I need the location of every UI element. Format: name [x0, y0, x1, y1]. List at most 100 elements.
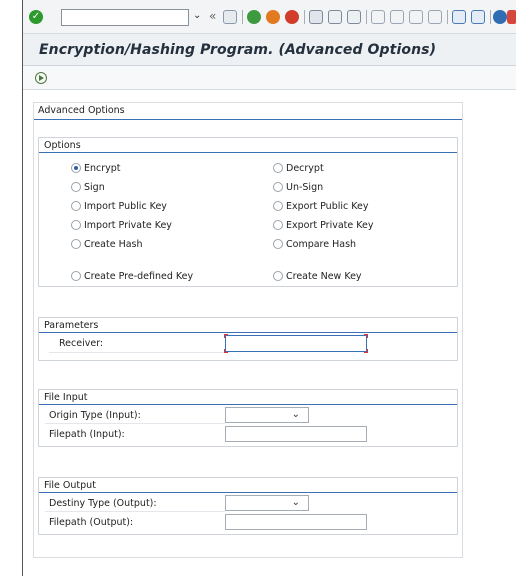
cancel-icon[interactable] [285, 10, 299, 24]
radio-label: Import Private Key [84, 219, 172, 231]
radio-dot[interactable] [273, 182, 283, 192]
shortcut-icon[interactable] [471, 10, 485, 24]
radio-dot[interactable] [71, 220, 81, 230]
radio-create-new-key[interactable]: Create New Key [273, 269, 362, 283]
radio-label: Sign [84, 181, 105, 193]
radio-import-private-key[interactable]: Import Private Key [71, 218, 172, 232]
group-underline [39, 332, 457, 333]
help-icon[interactable] [493, 10, 507, 24]
filepath-output-label: Filepath (Output): [49, 517, 134, 528]
toolbar-separator [447, 10, 448, 24]
radio-label: Decrypt [286, 162, 324, 174]
create-session-icon[interactable] [452, 10, 466, 24]
radio-decrypt[interactable]: Decrypt [273, 161, 324, 175]
row-divider [45, 511, 225, 512]
filepath-output-field[interactable] [225, 514, 367, 530]
group-underline [39, 492, 457, 493]
previous-page-icon[interactable] [390, 10, 404, 24]
radio-dot[interactable] [273, 271, 283, 281]
focus-corner [364, 349, 368, 353]
radio-label: Export Public Key [286, 200, 369, 212]
row-divider [45, 423, 225, 424]
radio-label: Encrypt [84, 162, 121, 174]
toolbar-separator [490, 10, 491, 24]
radio-dot[interactable] [71, 201, 81, 211]
radio-sign[interactable]: Sign [71, 180, 105, 194]
destiny-type-label: Destiny Type (Output): [49, 498, 157, 509]
radio-create-pre-defined-key[interactable]: Create Pre-defined Key [71, 269, 193, 283]
parameters-group-title: Parameters [44, 320, 99, 331]
find-icon[interactable] [328, 10, 342, 24]
radio-label: Create Pre-defined Key [84, 270, 194, 282]
options-group: Options Encrypt Decrypt Sign Un-Sign Imp… [38, 137, 458, 287]
radio-compare-hash[interactable]: Compare Hash [273, 237, 356, 251]
collapse-toolbar-icon[interactable]: « [209, 9, 216, 23]
radio-import-public-key[interactable]: Import Public Key [71, 199, 167, 213]
radio-label: Export Private Key [286, 219, 374, 231]
origin-type-label: Origin Type (Input): [49, 410, 141, 421]
destiny-type-select[interactable]: ⌄ [225, 495, 309, 511]
file-output-group-title: File Output [44, 480, 96, 491]
radio-dot[interactable] [71, 163, 81, 173]
row-divider [49, 352, 224, 353]
advanced-options-frame: Advanced Options Options Encrypt Decrypt… [33, 102, 463, 558]
receiver-label: Receiver: [59, 338, 104, 349]
chevron-down-icon[interactable]: ⌄ [292, 409, 300, 420]
title-bar: Encryption/Hashing Program. (Advanced Op… [23, 34, 516, 66]
receiver-input[interactable] [224, 334, 368, 353]
radio-export-public-key[interactable]: Export Public Key [273, 199, 368, 213]
radio-dot[interactable] [71, 182, 81, 192]
focus-corner [364, 334, 368, 338]
radio-dot[interactable] [273, 163, 283, 173]
radio-dot[interactable] [273, 201, 283, 211]
origin-type-select[interactable]: ⌄ [225, 407, 309, 423]
print-icon[interactable] [309, 10, 323, 24]
radio-label: Un-Sign [286, 181, 324, 193]
group-underline [39, 404, 457, 405]
radio-export-private-key[interactable]: Export Private Key [273, 218, 373, 232]
radio-dot[interactable] [273, 239, 283, 249]
radio-un-sign[interactable]: Un-Sign [273, 180, 323, 194]
last-page-icon[interactable] [428, 10, 442, 24]
radio-dot[interactable] [273, 220, 283, 230]
radio-label: Compare Hash [286, 238, 357, 250]
advanced-options-title: Advanced Options [38, 105, 125, 116]
radio-create-hash[interactable]: Create Hash [71, 237, 143, 251]
focus-corner [224, 334, 228, 338]
radio-encrypt[interactable]: Encrypt [71, 161, 121, 175]
save-icon[interactable] [223, 10, 237, 24]
radio-label: Create New Key [286, 270, 362, 282]
next-page-icon[interactable] [409, 10, 423, 24]
exit-icon[interactable] [266, 10, 280, 24]
options-group-title: Options [44, 140, 81, 151]
chevron-down-icon[interactable]: ⌄ [193, 10, 201, 21]
file-output-group: File Output Destiny Type (Output): ⌄ Fil… [38, 477, 458, 535]
radio-label: Create Hash [84, 238, 143, 250]
radio-dot[interactable] [71, 239, 81, 249]
toolbar-separator [304, 10, 305, 24]
chevron-down-icon[interactable]: ⌄ [292, 497, 300, 508]
find-next-icon[interactable] [347, 10, 361, 24]
back-icon[interactable] [247, 10, 261, 24]
first-page-icon[interactable] [371, 10, 385, 24]
file-input-group-title: File Input [44, 392, 88, 403]
sap-window: ✓ ⌄ « Encryption/Hashing Program. (Advan… [22, 0, 516, 576]
focus-corner [224, 349, 228, 353]
parameters-group: Parameters Receiver: [38, 317, 458, 361]
enter-icon[interactable]: ✓ [29, 10, 43, 24]
execute-icon[interactable] [35, 72, 47, 84]
file-input-group: File Input Origin Type (Input): ⌄ Filepa… [38, 389, 458, 447]
title-underline [34, 119, 462, 120]
radio-label: Import Public Key [84, 200, 167, 212]
command-field[interactable] [61, 9, 189, 26]
group-underline [39, 152, 457, 153]
radio-dot[interactable] [71, 271, 81, 281]
toolbar-separator [366, 10, 367, 24]
page-title: Encryption/Hashing Program. (Advanced Op… [39, 42, 437, 58]
application-toolbar [23, 66, 516, 90]
filepath-input-field[interactable] [225, 426, 367, 442]
standard-toolbar: ✓ ⌄ « [23, 0, 516, 34]
customize-layout-icon[interactable] [507, 10, 516, 24]
toolbar-separator [242, 10, 243, 24]
filepath-input-label: Filepath (Input): [49, 429, 125, 440]
